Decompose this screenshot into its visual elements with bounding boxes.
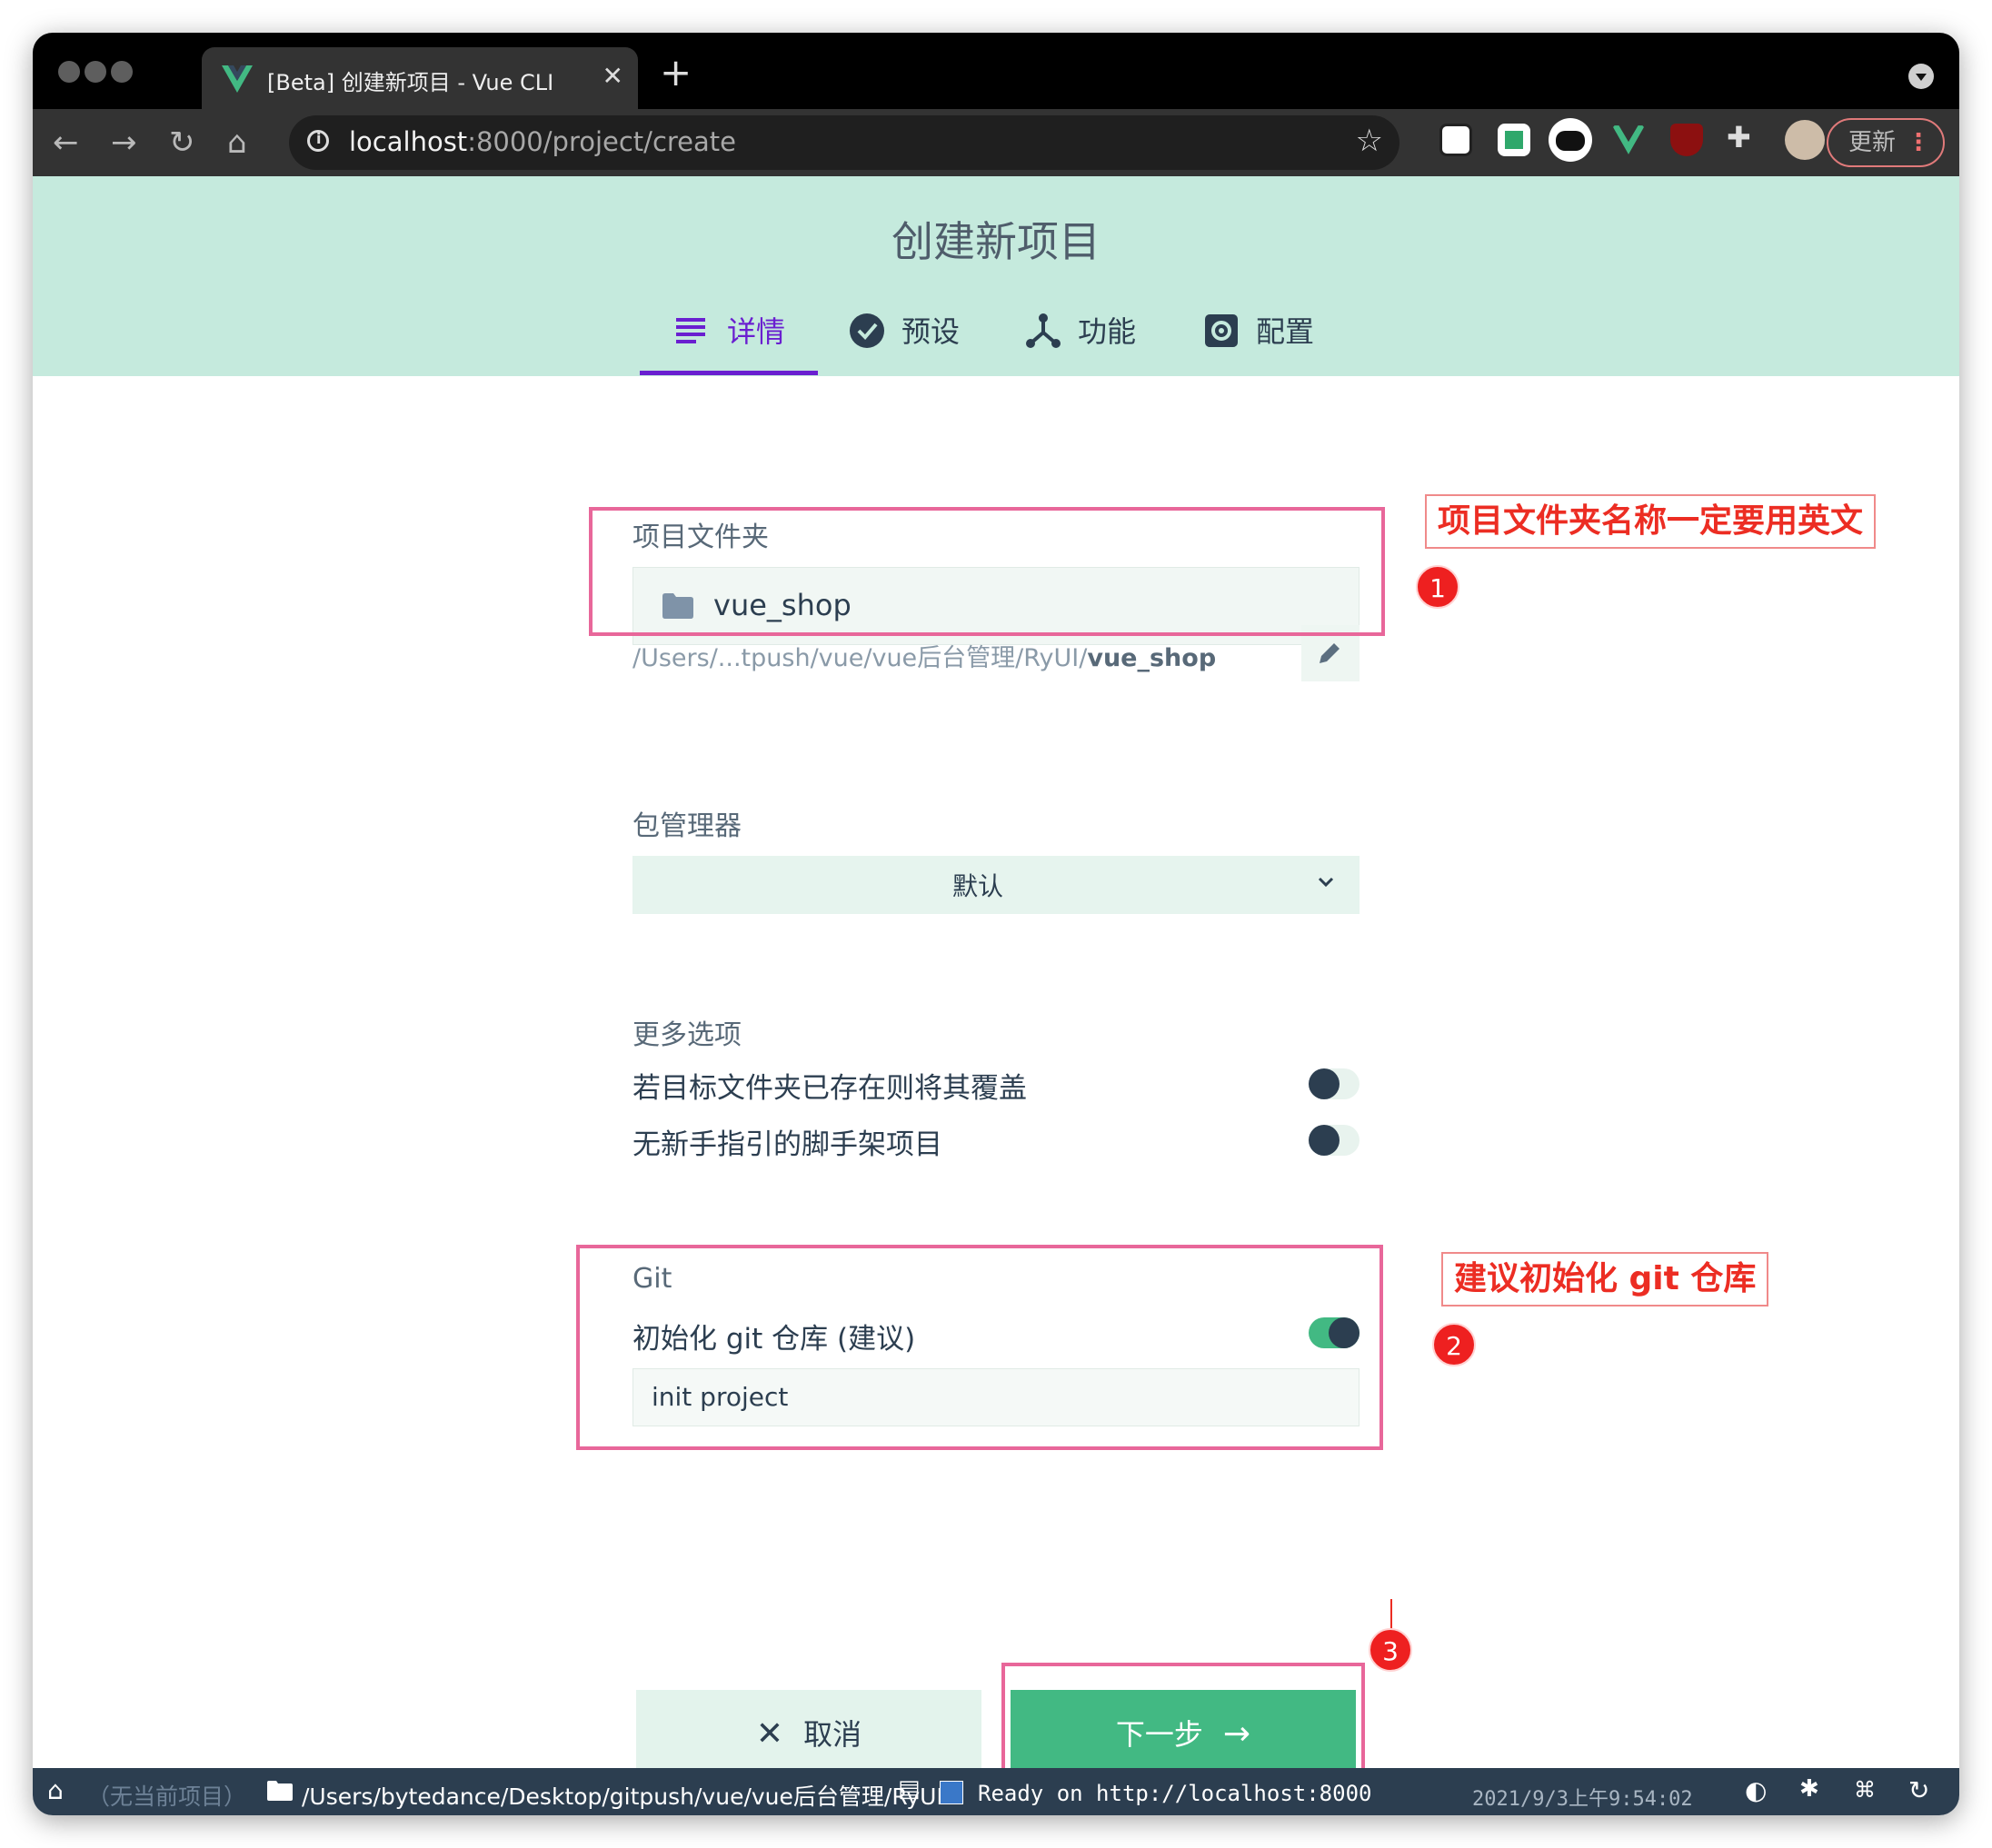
more-options-label: 更多选项 bbox=[632, 1019, 742, 1051]
pencil-icon bbox=[1320, 643, 1340, 663]
package-manager-select[interactable]: 默认 bbox=[632, 856, 1360, 914]
ghost-icon[interactable] bbox=[1549, 118, 1592, 162]
close-icon: ✕ bbox=[755, 1715, 784, 1753]
check-circle-icon bbox=[850, 313, 884, 348]
overwrite-toggle[interactable] bbox=[1309, 1068, 1360, 1099]
forward-icon[interactable]: → bbox=[111, 125, 137, 160]
home-icon[interactable]: ⌂ bbox=[227, 125, 247, 160]
overwrite-option-label: 若目标文件夹已存在则将其覆盖 bbox=[632, 1072, 1027, 1105]
annotation-box-folder bbox=[589, 507, 1385, 636]
annotation-box-next bbox=[1001, 1663, 1365, 1779]
pocket-icon[interactable] bbox=[1498, 124, 1530, 156]
url-text: localhost:8000/project/create bbox=[349, 126, 737, 157]
tab-search-icon[interactable] bbox=[1908, 64, 1934, 89]
log-message[interactable]: Ready on http://localhost:8000 bbox=[978, 1781, 1371, 1806]
notion-icon[interactable] bbox=[1439, 124, 1472, 156]
tab-title: [Beta] 创建新项目 - Vue CLI bbox=[267, 70, 554, 95]
annotation-number-3: 3 bbox=[1369, 1628, 1412, 1672]
log-icon[interactable]: ▤ bbox=[898, 1775, 921, 1803]
cancel-button[interactable]: ✕ 取消 bbox=[636, 1690, 981, 1770]
active-tab-indicator bbox=[640, 371, 818, 375]
puzzle-icon[interactable]: ✚ bbox=[1727, 120, 1759, 154]
dark-mode-icon[interactable]: ◐ bbox=[1745, 1775, 1767, 1805]
folder-status-icon bbox=[267, 1781, 293, 1801]
status-datetime: 2021/9/3上午9:54:02 bbox=[1472, 1788, 1693, 1811]
vue-logo-icon bbox=[222, 65, 253, 93]
site-info-icon[interactable] bbox=[307, 130, 329, 152]
vue-header: 创建新项目 详情 预设 功能 配置 bbox=[33, 176, 1959, 376]
package-manager-label: 包管理器 bbox=[632, 810, 742, 842]
annotation-box-git bbox=[576, 1245, 1383, 1450]
chevron-down-icon bbox=[1318, 877, 1334, 888]
bookmark-star-icon[interactable]: ☆ bbox=[1356, 123, 1383, 159]
minimize-window-dot[interactable] bbox=[85, 61, 106, 83]
translate-icon[interactable]: ⌘ bbox=[1854, 1777, 1876, 1803]
browser-menu-icon: ⋮ bbox=[1907, 129, 1930, 156]
update-button[interactable]: 更新 ⋮ bbox=[1827, 118, 1945, 167]
fork-icon bbox=[1026, 313, 1061, 348]
package-manager-value: 默认 bbox=[951, 871, 1003, 901]
address-bar[interactable]: localhost:8000/project/create ☆ bbox=[289, 115, 1399, 170]
tab-close-icon[interactable]: ✕ bbox=[603, 62, 623, 91]
annotation-note-1: 项目文件夹名称一定要用英文 bbox=[1425, 494, 1877, 549]
folder-path: /Users/...tpush/vue/vue后台管理/RyUI/vue_sho… bbox=[632, 644, 1217, 672]
annotation-note-2: 建议初始化 git 仓库 bbox=[1441, 1252, 1769, 1307]
status-bar: ⌂ （无当前项目） /Users/bytedance/Desktop/gitpu… bbox=[33, 1768, 1959, 1815]
create-form: 项目文件夹 vue_shop /Users/...tpush/vue/vue后台… bbox=[33, 376, 1959, 1779]
refresh-icon[interactable]: ↻ bbox=[1908, 1775, 1929, 1805]
terminal-icon bbox=[940, 1781, 963, 1804]
current-project[interactable]: （无当前项目） bbox=[87, 1779, 246, 1812]
no-guide-toggle[interactable] bbox=[1309, 1125, 1360, 1156]
settings-icon bbox=[1205, 314, 1238, 347]
page-title: 创建新项目 bbox=[891, 217, 1101, 266]
no-guide-option-label: 无新手指引的脚手架项目 bbox=[632, 1128, 942, 1161]
browser-window: [Beta] 创建新项目 - Vue CLI ✕ + ← → ↻ ⌂ local… bbox=[33, 33, 1959, 1815]
tab-strip: [Beta] 创建新项目 - Vue CLI ✕ + bbox=[33, 33, 1959, 109]
new-tab-icon[interactable]: + bbox=[660, 54, 692, 92]
home-status-icon[interactable]: ⌂ bbox=[47, 1775, 64, 1805]
annotation-number-2: 2 bbox=[1432, 1323, 1476, 1366]
ublock-icon[interactable] bbox=[1670, 124, 1703, 156]
vue-devtools-icon[interactable] bbox=[1612, 124, 1645, 156]
reload-icon[interactable]: ↻ bbox=[169, 125, 195, 160]
cwd-path[interactable]: /Users/bytedance/Desktop/gitpush/vue/vue… bbox=[302, 1779, 943, 1812]
list-icon bbox=[676, 318, 705, 343]
bug-report-icon[interactable]: ✱ bbox=[1799, 1775, 1819, 1803]
back-icon[interactable]: ← bbox=[53, 125, 79, 160]
zoom-window-dot[interactable] bbox=[111, 61, 133, 83]
browser-tab[interactable]: [Beta] 创建新项目 - Vue CLI ✕ bbox=[202, 47, 638, 109]
profile-avatar[interactable] bbox=[1785, 120, 1825, 160]
annotation-number-1: 1 bbox=[1416, 565, 1459, 609]
close-window-dot[interactable] bbox=[58, 61, 80, 83]
browser-toolbar: ← → ↻ ⌂ localhost:8000/project/create ☆ … bbox=[33, 109, 1959, 176]
